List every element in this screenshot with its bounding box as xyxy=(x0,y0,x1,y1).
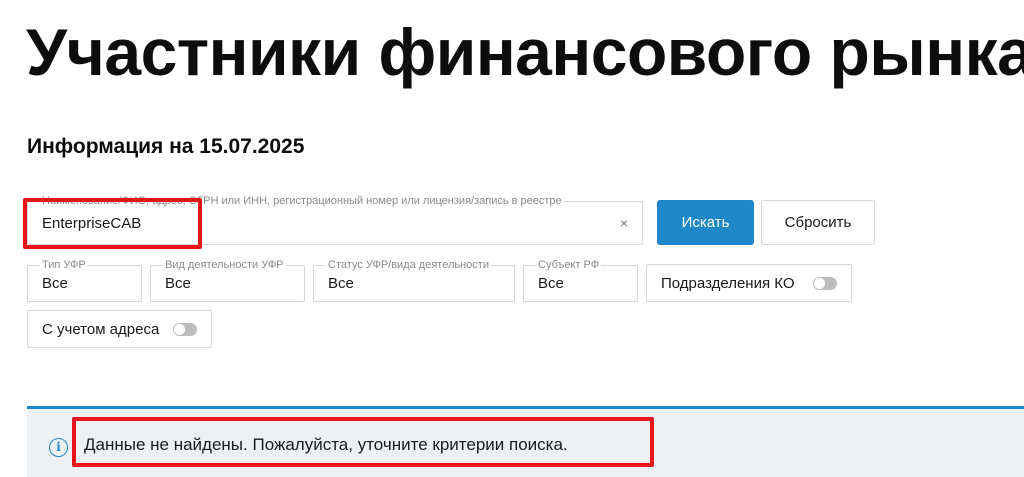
filter-region-value: Все xyxy=(538,275,564,292)
page-title: Участники финансового рынка xyxy=(26,15,1024,89)
filter-status-value: Все xyxy=(328,275,354,292)
search-input-value[interactable]: EnterpriseCAB xyxy=(42,215,141,232)
filter-type-legend: Тип УФР xyxy=(40,259,88,272)
toggle-switch-icon[interactable] xyxy=(813,277,837,290)
filter-status-legend: Статус УФР/вида деятельности xyxy=(326,259,491,272)
filter-activity-value: Все xyxy=(165,275,191,292)
filter-status-select[interactable]: Статус УФР/вида деятельности Все xyxy=(313,259,515,302)
toggle-with-address[interactable]: С учетом адреса xyxy=(27,310,212,348)
clear-icon[interactable]: × xyxy=(620,216,628,230)
reset-button[interactable]: Сбросить xyxy=(761,200,875,245)
filter-type-select[interactable]: Тип УФР Все xyxy=(27,259,142,302)
search-input[interactable]: Наименование/ФИО, адрес, ОГРН или ИНН, р… xyxy=(27,195,643,245)
filter-activity-legend: Вид деятельности УФР xyxy=(163,259,286,272)
toggle-switch-icon[interactable] xyxy=(173,323,197,336)
toggle-with-address-label: С учетом адреса xyxy=(42,320,160,338)
toggle-ko-divisions-label: Подразделения КО xyxy=(661,274,795,292)
no-results-notice: i Данные не найдены. Пожалуйста, уточнит… xyxy=(27,409,1024,477)
no-results-message: Данные не найдены. Пожалуйста, уточните … xyxy=(84,435,568,454)
search-button[interactable]: Искать xyxy=(657,200,754,245)
search-input-legend: Наименование/ФИО, адрес, ОГРН или ИНН, р… xyxy=(40,195,564,208)
info-date-heading: Информация на 15.07.2025 xyxy=(27,135,305,158)
filter-region-select[interactable]: Субъект РФ Все xyxy=(523,259,638,302)
info-icon: i xyxy=(49,438,68,457)
filter-type-value: Все xyxy=(42,275,68,292)
filter-activity-select[interactable]: Вид деятельности УФР Все xyxy=(150,259,305,302)
filter-region-legend: Субъект РФ xyxy=(536,259,602,272)
toggle-ko-divisions[interactable]: Подразделения КО xyxy=(646,264,852,302)
